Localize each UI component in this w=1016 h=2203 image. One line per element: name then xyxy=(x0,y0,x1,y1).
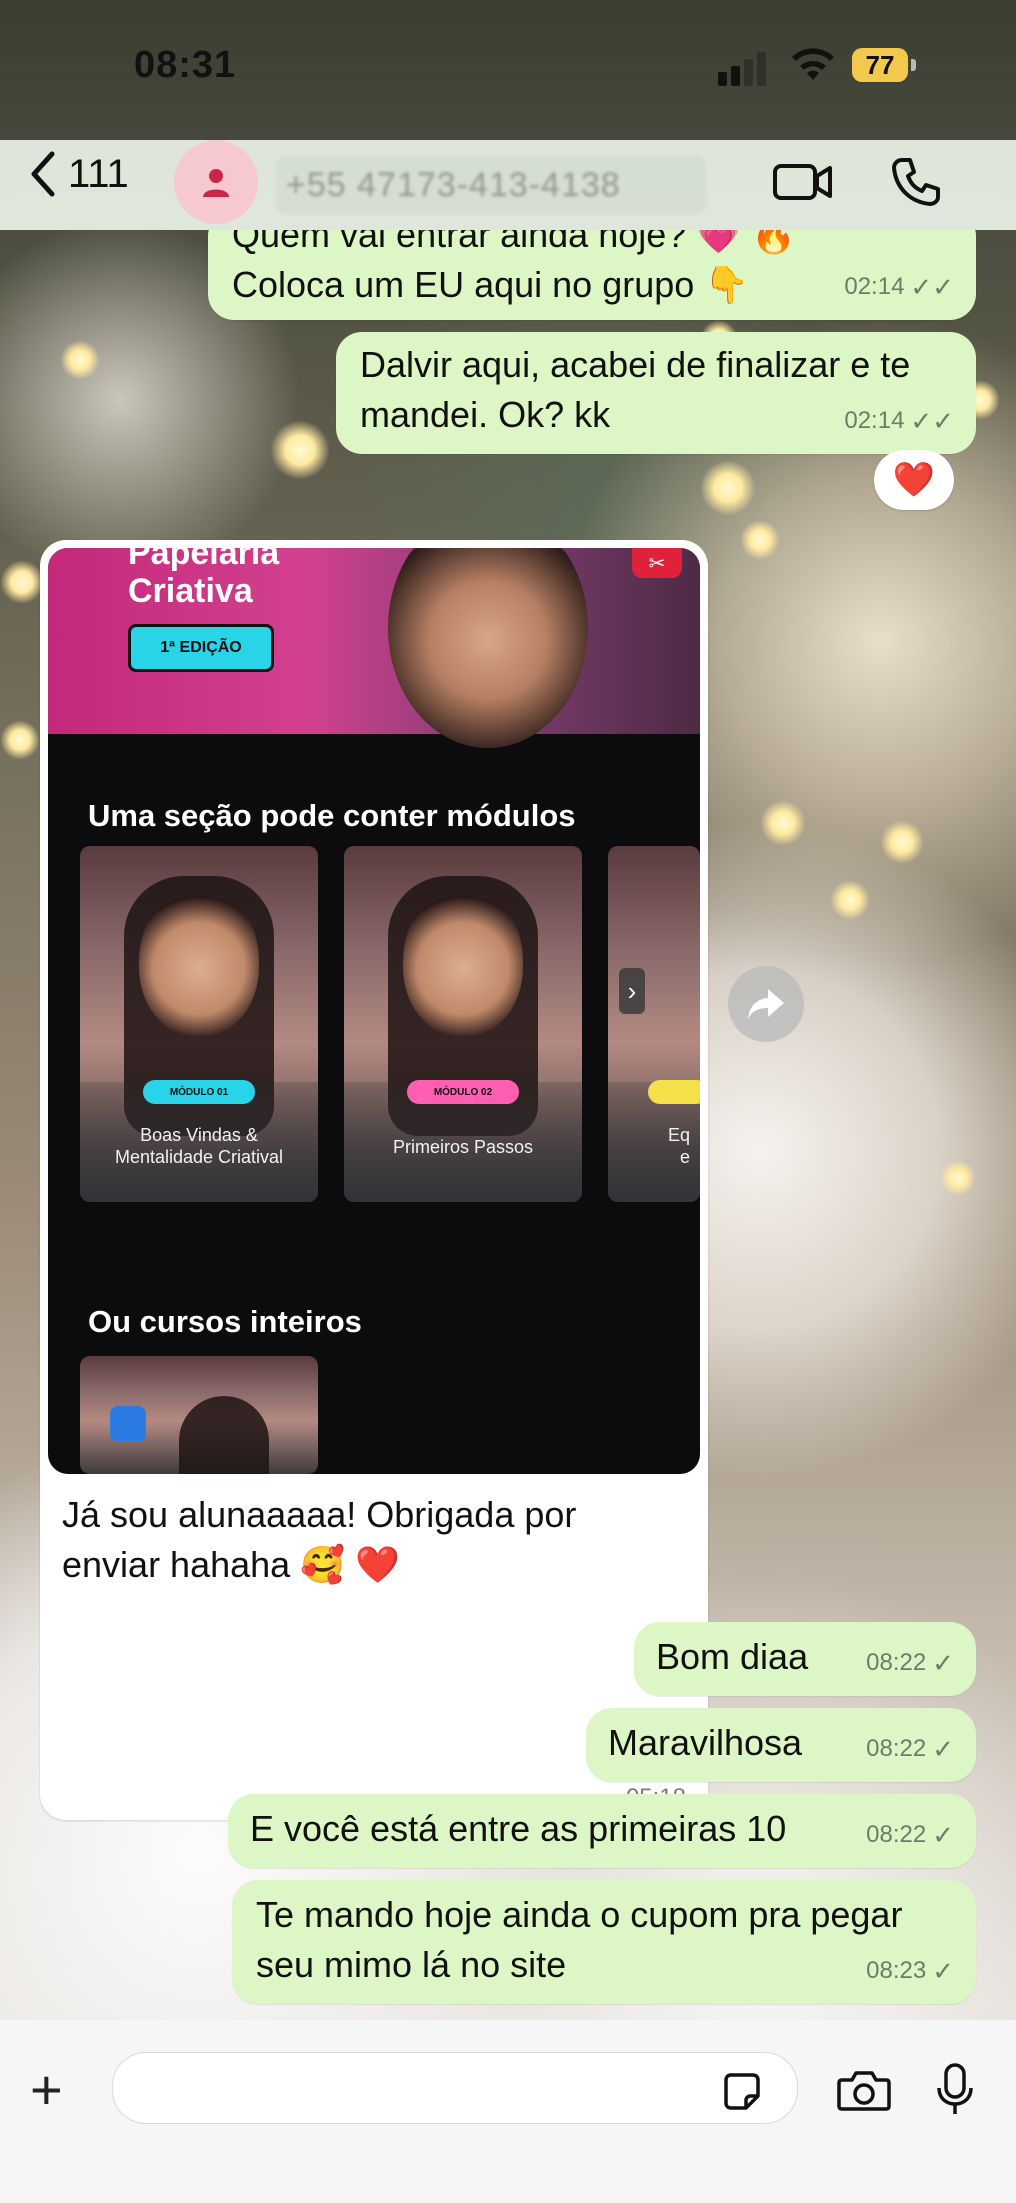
module-title: Mentalidade Criatival xyxy=(114,1147,284,1167)
message-text: Maravilhosa xyxy=(608,1722,803,1763)
shared-screenshot[interactable]: Papelaria Criativa 1ª EDIÇÃO ✂ Uma seção… xyxy=(48,548,700,1474)
module-title: Eq xyxy=(668,1125,691,1145)
chat-header: 111 +55 47173-413-4138 xyxy=(0,140,1016,230)
banner-title: Criativa xyxy=(128,572,253,610)
module-card: Eq e xyxy=(608,846,700,1202)
module-card: MÓDULO 01 Boas Vindas & Mentalidade Cria… xyxy=(80,846,318,1202)
message-text: Já sou alunaaaaa! Obrigada por xyxy=(62,1494,577,1535)
video-call-icon[interactable] xyxy=(772,154,834,210)
person-icon xyxy=(203,169,229,197)
double-check-icon: ✓✓ xyxy=(910,406,954,436)
message-bubble[interactable]: Maravilhosa 08:22 ✓ xyxy=(586,1708,976,1782)
clock: 08:31 xyxy=(134,44,237,86)
carousel-next-icon: › xyxy=(619,968,645,1014)
message-text: Te mando hoje ainda o cupom pra pegar xyxy=(256,1894,903,1935)
message-bubble[interactable]: Quem vai entrar ainda hoje? 💗 🔥 Coloca u… xyxy=(208,230,976,320)
cellular-signal-icon xyxy=(718,52,772,86)
microphone-icon[interactable] xyxy=(935,2062,975,2118)
message-text: seu mimo lá no site xyxy=(256,1944,567,1985)
message-bubble[interactable]: Bom diaa 08:22 ✓ xyxy=(634,1622,976,1696)
canva-logo-icon xyxy=(110,1406,146,1442)
section-title: Ou cursos inteiros xyxy=(88,1304,362,1339)
camera-icon[interactable] xyxy=(836,2066,892,2114)
message-text: Bom diaa xyxy=(656,1636,809,1677)
contact-name[interactable]: +55 47173-413-4138 xyxy=(276,156,706,214)
message-bubble[interactable]: E você está entre as primeiras 10 08:22 ✓ xyxy=(228,1794,976,1868)
course-card xyxy=(80,1356,318,1474)
message-text: mandei. Ok? kk xyxy=(360,394,611,435)
module-badge: MÓDULO 01 xyxy=(143,1080,255,1104)
module-badge xyxy=(648,1080,700,1104)
module-card: MÓDULO 02 Primeiros Passos xyxy=(344,846,582,1202)
course-banner: Papelaria Criativa 1ª EDIÇÃO ✂ xyxy=(48,548,700,748)
message-meta: 08:22 ✓ xyxy=(866,1810,954,1860)
message-meta: 02:14 ✓✓ xyxy=(844,396,954,446)
check-icon: ✓ xyxy=(932,1648,954,1678)
avatar[interactable] xyxy=(174,140,258,224)
message-list[interactable]: Quem vai entrar ainda hoje? 💗 🔥 Coloca u… xyxy=(0,230,1016,2020)
image-message-bubble[interactable]: Papelaria Criativa 1ª EDIÇÃO ✂ Uma seção… xyxy=(40,540,708,1820)
message-meta: 08:23 ✓ xyxy=(866,1946,954,1996)
check-icon: ✓ xyxy=(932,1956,954,1986)
status-bar: 08:31 77 xyxy=(0,0,1016,140)
check-icon: ✓ xyxy=(932,1820,954,1850)
sticker-icon[interactable] xyxy=(720,2070,764,2114)
back-chevron-icon xyxy=(31,151,55,197)
message-text: enviar hahaha 🥰 ❤️ xyxy=(62,1544,400,1585)
message-meta: 08:22 ✓ xyxy=(866,1638,954,1688)
battery-indicator: 77 xyxy=(852,48,916,82)
check-icon: ✓ xyxy=(932,1734,954,1764)
message-text: Coloca um EU aqui no grupo 👇 xyxy=(232,264,750,305)
message-input[interactable] xyxy=(112,2052,798,2124)
wifi-icon xyxy=(792,48,834,80)
message-meta: 02:14 ✓✓ xyxy=(844,262,954,312)
forward-button[interactable] xyxy=(728,966,804,1042)
back-button[interactable]: 111 xyxy=(28,150,129,198)
section-title: Uma seção pode conter módulos xyxy=(88,798,576,833)
heart-reaction[interactable]: ❤️ xyxy=(874,450,954,510)
unread-count: 111 xyxy=(68,151,129,196)
plus-icon[interactable]: + xyxy=(30,2062,63,2118)
module-title: e xyxy=(680,1147,691,1167)
forward-icon xyxy=(748,989,784,1019)
message-text: Quem vai entrar ainda hoje? 💗 🔥 xyxy=(232,230,796,255)
module-title: Boas Vindas & xyxy=(140,1125,258,1145)
phone-icon[interactable] xyxy=(888,154,944,210)
double-check-icon: ✓✓ xyxy=(910,272,954,302)
banner-title: Papelaria xyxy=(128,548,280,572)
module-badge: MÓDULO 02 xyxy=(407,1080,519,1104)
message-text: E você está entre as primeiras 10 xyxy=(250,1808,787,1849)
module-title: Primeiros Passos xyxy=(392,1137,534,1157)
edition-badge: 1ª EDIÇÃO xyxy=(128,624,274,672)
message-meta: 08:22 ✓ xyxy=(866,1724,954,1774)
scissors-icon: ✂ xyxy=(632,548,682,578)
message-composer: + xyxy=(0,2020,1016,2203)
message-text: Dalvir aqui, acabei de finalizar e te xyxy=(360,344,911,385)
message-bubble[interactable]: Dalvir aqui, acabei de finalizar e te ma… xyxy=(336,332,976,454)
message-bubble[interactable]: Te mando hoje ainda o cupom pra pegar se… xyxy=(232,1880,976,2004)
